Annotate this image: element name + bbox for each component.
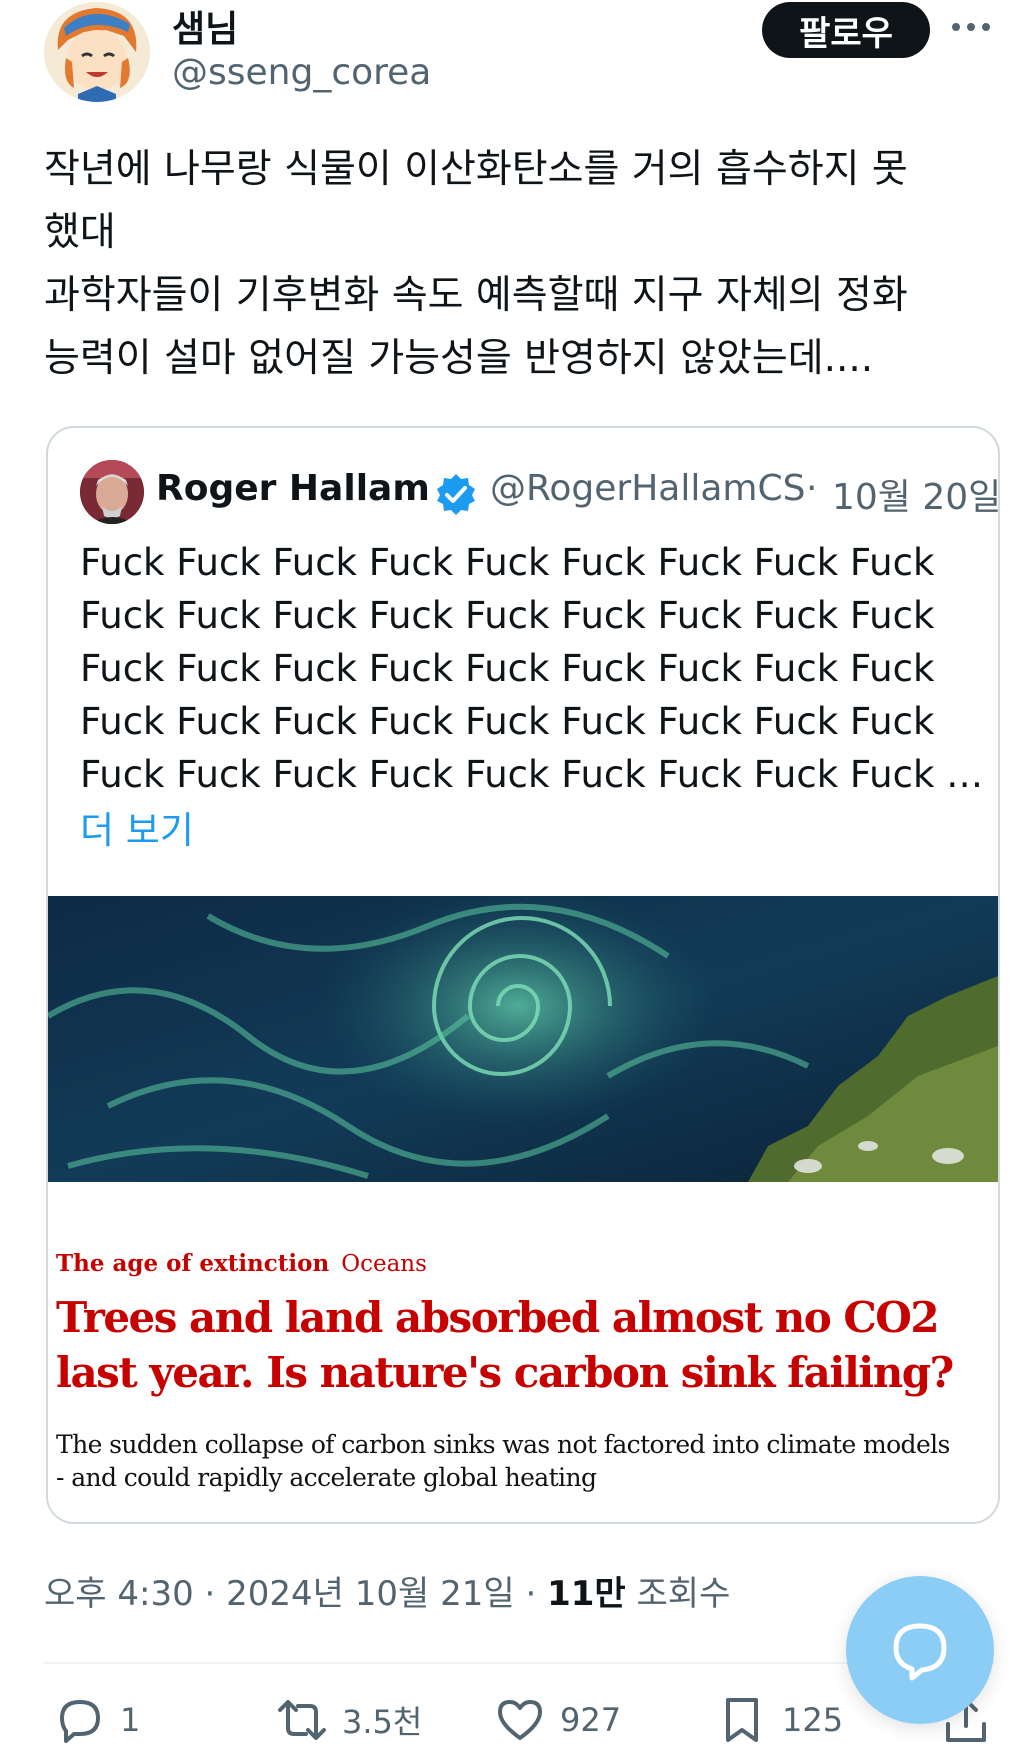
floating-compose-button[interactable] xyxy=(846,1576,994,1724)
article-headline: Trees and land absorbed almost no CO2 la… xyxy=(56,1293,954,1397)
article-kicker: The age of extinction Oceans xyxy=(56,1250,427,1277)
retweet-count: 3.5천 xyxy=(342,1703,423,1741)
article-preview[interactable]: The age of extinction Oceans Trees and la… xyxy=(48,1182,998,1522)
article-image[interactable] xyxy=(48,896,998,1182)
article-series: The age of extinction xyxy=(56,1250,330,1277)
view-count: 11만 xyxy=(547,1574,626,1614)
bookmark-button[interactable]: 125 xyxy=(716,1694,843,1746)
quoted-tweet-card[interactable]: Roger Hallam @RogerHallamCS21 · 10월 20일 … xyxy=(46,426,1000,1524)
tweet-time[interactable]: 오후 4:30 xyxy=(44,1574,194,1614)
author-display-name[interactable]: 샘님 xyxy=(172,0,238,52)
tweet-meta: 오후 4:30 · 2024년 10월 21일 · 11만 조회수 xyxy=(44,1566,730,1615)
like-button[interactable]: 927 xyxy=(494,1694,621,1746)
like-count: 927 xyxy=(560,1701,622,1739)
bookmark-count: 125 xyxy=(782,1701,844,1739)
quoted-author-avatar[interactable] xyxy=(80,460,144,524)
separator-dot: · xyxy=(806,468,818,509)
reply-button[interactable]: 1 xyxy=(54,1694,140,1746)
verified-badge-icon xyxy=(434,472,478,516)
tweet-date[interactable]: 2024년 10월 21일 xyxy=(226,1574,515,1614)
author-handle[interactable]: @sseng_corea xyxy=(172,52,431,93)
retweet-icon xyxy=(278,1700,326,1740)
article-standfirst: The sudden collapse of carbon sinks was … xyxy=(56,1430,950,1492)
meta-separator: · xyxy=(204,1574,216,1614)
quoted-author-handle[interactable]: @RogerHallamCS21 xyxy=(490,468,804,509)
view-label: 조회수 xyxy=(636,1574,731,1614)
more-options-icon[interactable] xyxy=(952,12,1000,42)
heart-icon xyxy=(498,1700,542,1740)
tweet-text: 작년에 나무랑 식물이 이산화탄소를 거의 흡수하지 못 했대 과학자들이 기후… xyxy=(44,147,908,381)
show-more-link[interactable]: 더 보기 xyxy=(80,800,194,854)
retweet-button[interactable]: 3.5천 xyxy=(276,1694,422,1746)
quoted-tweet-text: Fuck Fuck Fuck Fuck Fuck Fuck Fuck Fuck … xyxy=(80,541,980,796)
meta-separator: · xyxy=(525,1574,537,1614)
article-section: Oceans xyxy=(341,1251,427,1277)
reply-count: 1 xyxy=(120,1701,141,1739)
quoted-author-name[interactable]: Roger Hallam xyxy=(156,468,430,509)
quoted-date[interactable]: 10월 20일 xyxy=(832,468,998,520)
author-avatar[interactable] xyxy=(44,2,150,102)
follow-button[interactable]: 팔로우 xyxy=(762,2,930,58)
reply-icon xyxy=(60,1700,100,1743)
bookmark-icon xyxy=(726,1698,758,1742)
chat-bubble-icon xyxy=(893,1623,947,1681)
